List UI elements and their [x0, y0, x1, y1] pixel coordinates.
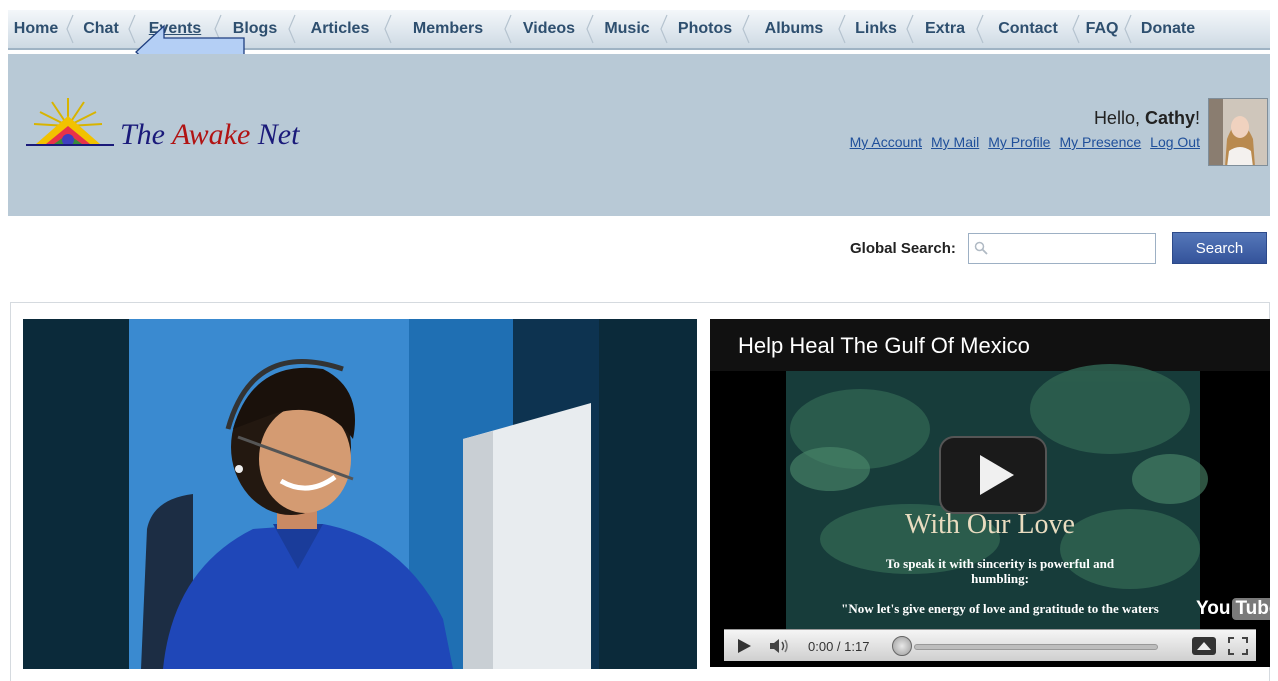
nav-faq[interactable]: FAQ	[1082, 9, 1122, 49]
search-button[interactable]: Search	[1172, 232, 1267, 264]
user-links: My Account My Mail My Profile My Presenc…	[850, 134, 1200, 150]
video-progress-knob[interactable]	[892, 636, 912, 656]
nav-separator	[974, 9, 986, 49]
video-overlay-line2: "Now let's give energy of love and grati…	[841, 601, 1159, 616]
play-icon[interactable]	[730, 630, 758, 662]
fullscreen-icon[interactable]	[1224, 630, 1252, 662]
nav-separator	[658, 9, 670, 49]
my-profile-link[interactable]: My Profile	[988, 134, 1050, 150]
nav-albums[interactable]: Albums	[752, 9, 836, 49]
video-progress-bar[interactable]	[914, 644, 1158, 650]
nav-contact[interactable]: Contact	[986, 9, 1070, 49]
video-controls: 0:00 / 1:17	[724, 629, 1256, 661]
nav-separator	[1122, 9, 1134, 49]
site-title[interactable]: The Awake Net	[120, 118, 299, 152]
video-title[interactable]: Help Heal The Gulf Of Mexico	[738, 333, 1030, 359]
my-mail-link[interactable]: My Mail	[931, 134, 979, 150]
site-header: The Awake Net Hello, Cathy! My Account M…	[8, 54, 1270, 216]
nav-separator	[904, 9, 916, 49]
volume-icon[interactable]	[764, 630, 794, 662]
user-name: Cathy	[1144, 108, 1195, 128]
video-time-display: 0:00 / 1:17	[808, 639, 870, 654]
site-logo-icon	[26, 98, 114, 146]
nav-separator	[286, 9, 298, 49]
nav-links[interactable]: Links	[848, 9, 904, 49]
nav-music[interactable]: Music	[596, 9, 658, 49]
nav-separator	[382, 9, 394, 49]
my-account-link[interactable]: My Account	[850, 134, 922, 150]
nav-separator	[64, 9, 76, 49]
nav-home[interactable]: Home	[8, 9, 64, 49]
menu-expand-icon[interactable]	[1190, 630, 1218, 662]
nav-separator	[1070, 9, 1082, 49]
search-icon	[974, 241, 988, 255]
user-greeting: Hello, Cathy!	[1093, 108, 1200, 128]
featured-photo[interactable]	[23, 319, 697, 669]
nav-separator	[740, 9, 752, 49]
nav-videos[interactable]: Videos	[514, 9, 584, 49]
nav-articles[interactable]: Articles	[298, 9, 382, 49]
nav-chat[interactable]: Chat	[76, 9, 126, 49]
log-out-link[interactable]: Log Out	[1150, 134, 1200, 150]
youtube-logo[interactable]: YouTube	[1196, 595, 1270, 623]
search-input[interactable]	[968, 233, 1156, 264]
avatar[interactable]	[1208, 98, 1268, 166]
nav-separator	[502, 9, 514, 49]
video-overlay-heading: With Our Love	[905, 509, 1075, 540]
nav-members[interactable]: Members	[394, 9, 502, 49]
nav-separator	[836, 9, 848, 49]
nav-extra[interactable]: Extra	[916, 9, 974, 49]
nav-photos[interactable]: Photos	[670, 9, 740, 49]
search-label: Global Search:	[850, 240, 956, 257]
my-presence-link[interactable]: My Presence	[1059, 134, 1141, 150]
play-large-icon[interactable]	[938, 435, 1048, 515]
video-overlay-line1: To speak it with sincerity is powerful a…	[885, 556, 1115, 586]
nav-donate[interactable]: Donate	[1134, 9, 1202, 49]
nav-separator	[584, 9, 596, 49]
video-player[interactable]: Help Heal The Gulf Of Mexico With Our Lo…	[710, 319, 1270, 667]
